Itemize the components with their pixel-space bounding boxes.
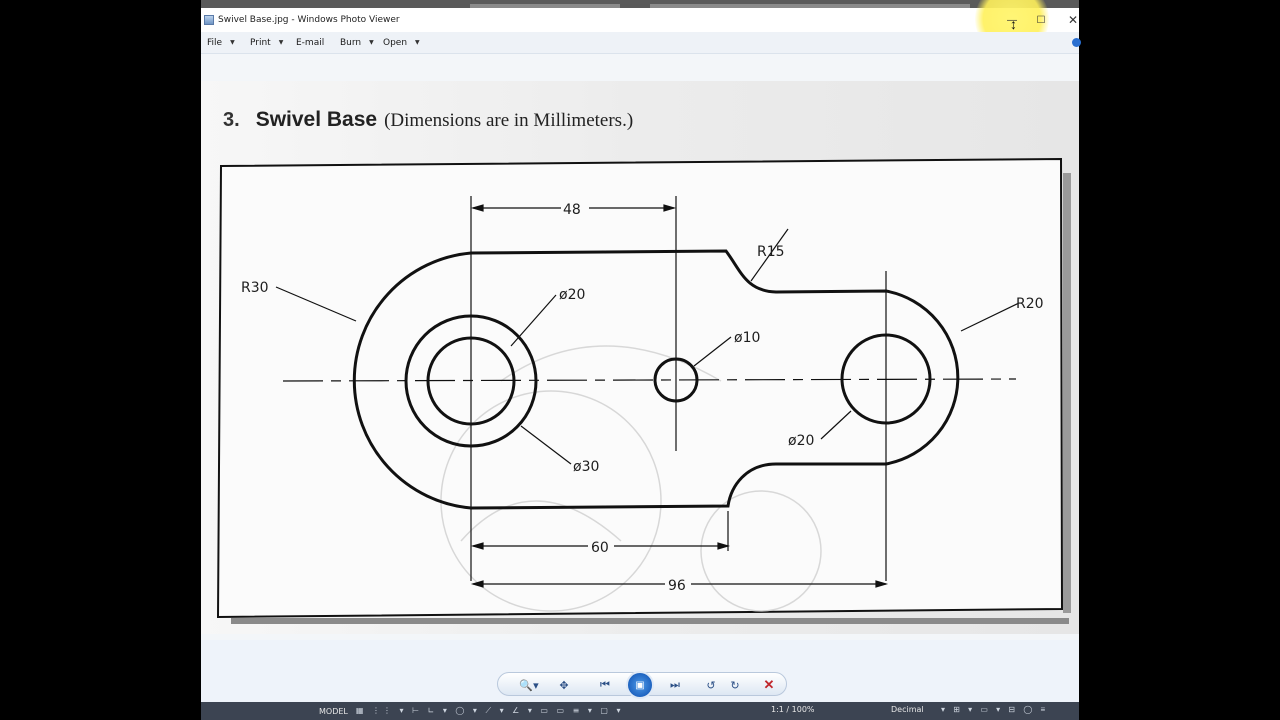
chevron-down-icon: ▼ xyxy=(415,39,420,46)
delete-icon[interactable]: ✕ xyxy=(760,676,778,694)
dim-phi10: ø10 xyxy=(734,330,760,346)
status-right-icons[interactable]: ▾ ⊞ ▾ ▭ ▾ ⊟ ◯ ≡ xyxy=(941,705,1048,714)
dim-phi20-right: ø20 xyxy=(788,433,814,449)
drawing-frame xyxy=(216,157,1064,619)
dim-phi20-left: ø20 xyxy=(559,287,585,303)
dim-r15: R15 xyxy=(757,244,785,260)
title-bar[interactable]: Swivel Base.jpg - Windows Photo Viewer —… xyxy=(201,0,1081,56)
menu-print[interactable]: Print ▼ xyxy=(250,38,283,48)
chevron-down-icon: ▼ xyxy=(278,39,284,46)
dim-phi30: ø30 xyxy=(573,459,599,475)
frame-shadow-bottom xyxy=(231,618,1069,624)
dim-60: 60 xyxy=(591,540,609,556)
close-button[interactable]: ✕ xyxy=(1065,12,1081,28)
photo-viewer-icon xyxy=(204,15,214,25)
next-icon[interactable]: ⏭ xyxy=(662,676,688,694)
slideshow-icon[interactable]: ▣ xyxy=(626,671,654,699)
maximize-button[interactable]: ☐ xyxy=(1033,12,1049,28)
menu-open[interactable]: Open ▼ xyxy=(383,38,420,48)
rotate-right-icon[interactable]: ↻ xyxy=(726,676,744,694)
screen: Swivel Base.jpg - Windows Photo Viewer —… xyxy=(0,0,1280,720)
help-icon[interactable] xyxy=(1072,38,1081,47)
menu-email[interactable]: E-mail xyxy=(296,38,324,48)
menu-file-label: File xyxy=(207,37,223,48)
cad-status-bar: MODEL ▦ ⋮⋮ ▾ ⊢ ∟ ▾ ◯ ▾ ⟋ ▾ ∠ ▾ ▭ ▭ ≡ ▾ ▢… xyxy=(201,702,1079,720)
frame-shadow xyxy=(1063,173,1071,613)
units-selector[interactable]: Decimal xyxy=(891,705,924,714)
model-tab[interactable]: MODEL xyxy=(319,707,348,716)
window-title: Swivel Base.jpg - Windows Photo Viewer xyxy=(218,15,400,25)
menu-burn[interactable]: Burn ▼ xyxy=(340,38,374,48)
previous-icon[interactable]: ⏮ xyxy=(592,676,618,694)
technical-drawing: 48 R15 R30 ø20 ø10 R20 ø20 ø30 60 96 xyxy=(216,157,1071,624)
displayed-photo: 3. Swivel Base (Dimensions are in Millim… xyxy=(201,81,1079,634)
dim-48: 48 xyxy=(563,202,581,218)
rotate-left-icon[interactable]: ↺ xyxy=(702,676,720,694)
status-toggle-icons[interactable]: ▦ ⋮⋮ ▾ ⊢ ∟ ▾ ◯ ▾ ⟋ ▾ ∠ ▾ ▭ ▭ ≡ ▾ ▢ ▾ xyxy=(356,706,624,716)
annotation-scale[interactable]: 1:1 / 100% xyxy=(771,705,815,714)
zoom-icon[interactable]: 🔍▾ xyxy=(516,676,542,694)
dim-r30: R30 xyxy=(241,280,269,296)
image-viewport[interactable]: 3. Swivel Base (Dimensions are in Millim… xyxy=(201,54,1079,640)
menu-burn-label: Burn xyxy=(340,37,362,48)
menu-print-label: Print xyxy=(250,37,271,48)
dim-r20: R20 xyxy=(1016,296,1044,312)
menu-open-label: Open xyxy=(383,37,408,48)
menu-bar: File ▼ Print ▼ E-mail Burn ▼ Open ▼ xyxy=(201,32,1081,54)
photo-viewer-window: Swivel Base.jpg - Windows Photo Viewer —… xyxy=(201,0,1081,712)
menu-file[interactable]: File ▼ xyxy=(207,38,235,48)
chevron-down-icon: ▼ xyxy=(369,39,374,46)
chevron-down-icon: ▼ xyxy=(230,39,235,46)
minimize-button[interactable]: — xyxy=(1004,12,1020,28)
dim-96: 96 xyxy=(668,578,686,594)
navigation-controls: 🔍▾ ✥ ⏮ ▣ ⏭ ↺ ↻ ✕ xyxy=(497,671,787,699)
actual-size-icon[interactable]: ✥ xyxy=(554,676,574,694)
